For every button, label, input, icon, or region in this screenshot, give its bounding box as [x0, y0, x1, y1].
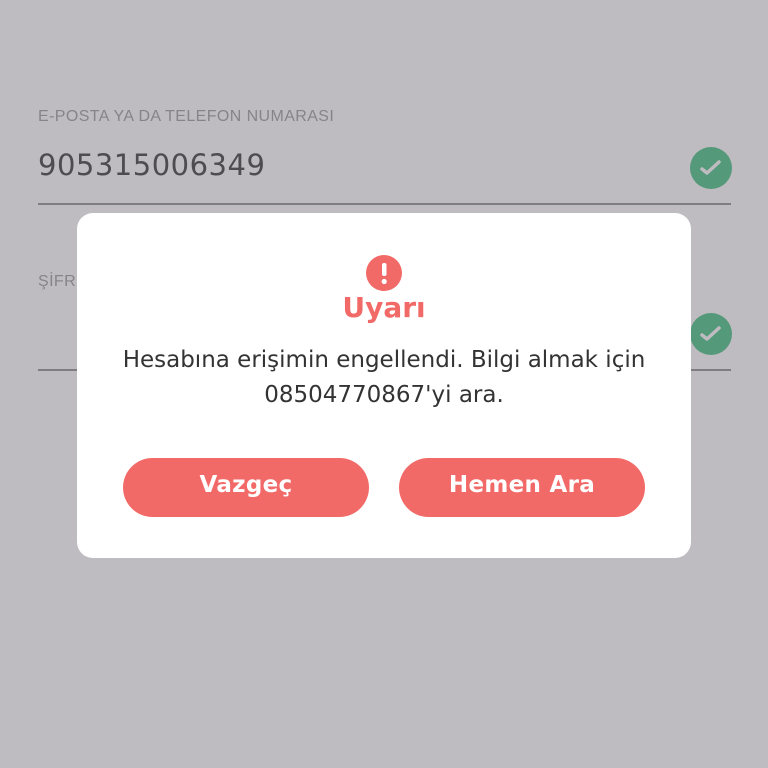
exclamation-icon — [366, 255, 402, 291]
dialog-message: Hesabına erişimin engellendi. Bilgi alma… — [122, 347, 646, 408]
alert-dialog: Uyarı Hesabına erişimin engellendi. Bilg… — [77, 213, 691, 558]
call-now-button[interactable]: Hemen Ara — [399, 458, 645, 517]
cancel-button[interactable]: Vazgeç — [123, 458, 369, 517]
dialog-title: Uyarı — [342, 291, 426, 324]
